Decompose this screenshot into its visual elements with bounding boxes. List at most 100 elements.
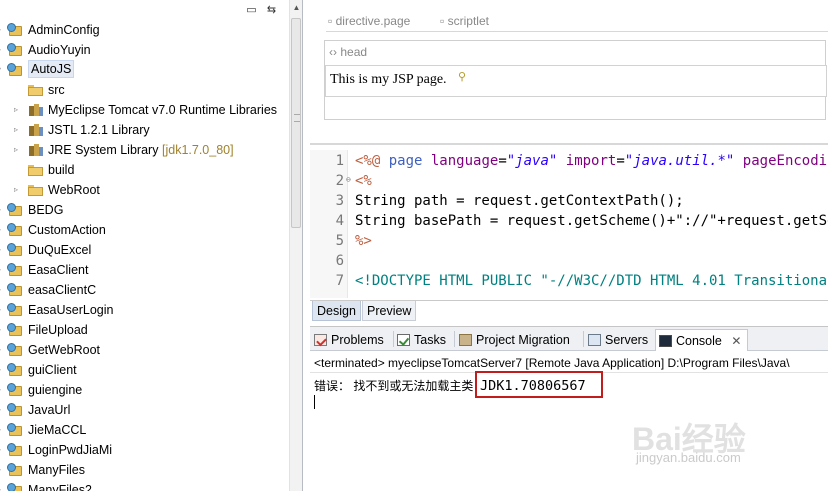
expanded-chevron-icon[interactable]: ▿ [0,66,5,74]
tab-console[interactable]: Console ✕ [655,329,749,351]
collapsed-chevron-icon[interactable]: ▹ [0,366,5,374]
tree-item-adminconfig[interactable]: ▹ AdminConfig [0,20,289,40]
tree-item-jre-system-library[interactable]: ▹ JRE System Library [jdk1.7.0_80] [0,140,289,160]
code-line-2: <% [355,173,372,189]
directive-page-tag[interactable]: ▫ directive.page [328,14,410,28]
collapsed-chevron-icon[interactable]: ▹ [0,26,5,34]
console-status-line: <terminated> myeclipseTomcatServer7 [Rem… [310,353,828,373]
tree-item-easauserlogin[interactable]: ▹ EasaUserLogin [0,300,289,320]
editor-mode-tabs: Design Preview [310,300,828,322]
collapsed-chevron-icon[interactable]: ▹ [0,486,5,491]
explorer-toolbar: ▭ ⇆ ▾ [0,0,298,20]
tree-item-label: guiengine [28,383,83,397]
tree-item-easaclientc[interactable]: ▹ easaClientC [0,280,289,300]
web-project-icon [7,243,23,257]
collapsed-chevron-icon[interactable]: ▹ [14,126,22,134]
tree-item-label: FileUpload [28,323,88,337]
collapsed-chevron-icon[interactable]: ▹ [0,226,5,234]
servers-icon [588,334,601,346]
tree-item-guiengine[interactable]: ▹ guiengine [0,380,289,400]
web-project-icon [7,43,23,57]
tree-item-build[interactable]: build [0,160,289,180]
collapsed-chevron-icon[interactable]: ▹ [0,306,5,314]
web-project-icon [7,23,23,37]
tree-item-jstl-1-2-1-library[interactable]: ▹ JSTL 1.2.1 Library [0,120,289,140]
web-project-icon [7,483,23,491]
collapsed-chevron-icon[interactable]: ▹ [0,326,5,334]
tree-item-autojs[interactable]: ▿ AutoJS [0,60,289,80]
collapsed-chevron-icon[interactable]: ▹ [0,206,5,214]
web-project-icon [7,63,23,77]
collapsed-chevron-icon[interactable]: ▹ [0,46,5,54]
tree-item-label: AdminConfig [28,23,100,37]
tree-item-bedg[interactable]: ▹ BEDG [0,200,289,220]
tree-item-label: WebRoot [48,183,100,197]
console-output[interactable]: 错误： 找不到或无法加载主类 [314,375,473,397]
link-with-editor-icon[interactable]: ⇆ [263,1,280,18]
tab-project-migration[interactable]: Project Migration [456,329,576,351]
web-project-icon [7,323,23,337]
collapsed-chevron-icon[interactable]: ▹ [0,446,5,454]
tab-design[interactable]: Design [312,301,361,321]
project-tree: ▹ AdminConfig ▹ AudioYuyin ▿ AutoJS src ▹ MyEcli… [0,20,289,491]
tree-scrollbar[interactable]: ▲ [289,0,302,491]
collapsed-chevron-icon[interactable]: ▹ [0,466,5,474]
problems-icon [314,334,327,346]
tree-item-label: JSTL 1.2.1 Library [48,123,150,137]
fold-toggle-icon[interactable]: ⊖ [346,175,351,184]
library-icon [28,103,44,117]
tree-item-myeclipse-tomcat-v7-0-runtime-libraries[interactable]: ▹ MyEclipse Tomcat v7.0 Runtime Libraries [0,100,289,120]
tree-item-audioyuyin[interactable]: ▹ AudioYuyin [0,40,289,60]
collapsed-chevron-icon[interactable]: ▹ [0,266,5,274]
tree-item-guiclient[interactable]: ▹ guiClient [0,360,289,380]
collapsed-chevron-icon[interactable]: ▹ [14,186,22,194]
tree-item-label: build [48,163,75,177]
tree-item-label: ManyFiles2 [28,483,92,491]
collapsed-chevron-icon[interactable]: ▹ [0,386,5,394]
line-number: 7 [335,273,344,289]
tree-item-fileupload[interactable]: ▹ FileUpload [0,320,289,340]
tree-item-label: ManyFiles [28,463,85,477]
tab-problems[interactable]: Problems [311,329,390,351]
web-project-icon [7,423,23,437]
tree-item-duquexcel[interactable]: ▹ DuQuExcel [0,240,289,260]
scrollbar-grip [294,114,300,122]
web-project-icon [7,263,23,277]
library-icon [28,143,44,157]
tree-item-label: CustomAction [28,223,106,237]
collapse-all-icon[interactable]: ▭ [243,1,260,18]
tree-item-javaurl[interactable]: ▹ JavaUrl [0,400,289,420]
visual-design-pane: ▫ directive.page ▫ scriptlet ‹› head Thi… [310,0,828,145]
tree-item-easaclient[interactable]: ▹ EasaClient [0,260,289,280]
collapsed-chevron-icon[interactable]: ▹ [0,406,5,414]
scroll-up-arrow-icon[interactable]: ▲ [290,0,302,16]
head-section[interactable]: ‹› head This is my JSP page. ⚲ [324,40,827,120]
tree-item-getwebroot[interactable]: ▹ GetWebRoot [0,340,289,360]
collapsed-chevron-icon[interactable]: ▹ [14,146,22,154]
scriptlet-tag[interactable]: ▫ scriptlet [440,14,489,28]
collapsed-chevron-icon[interactable]: ▹ [0,346,5,354]
collapsed-chevron-icon[interactable]: ▹ [0,426,5,434]
tree-item-label: EasaClient [28,263,89,277]
tree-item-manyfiles[interactable]: ▹ ManyFiles [0,460,289,480]
collapsed-chevron-icon[interactable]: ▹ [0,246,5,254]
tree-item-customaction[interactable]: ▹ CustomAction [0,220,289,240]
web-project-icon [7,383,23,397]
tree-item-webroot[interactable]: ▹ WebRoot [0,180,289,200]
body-text-box[interactable]: This is my JSP page. ⚲ [325,65,827,97]
tab-preview[interactable]: Preview [362,301,417,321]
collapsed-chevron-icon[interactable]: ▹ [14,106,22,114]
close-icon[interactable]: ✕ [731,334,741,348]
tree-item-src[interactable]: src [0,80,289,100]
tree-item-jiemaccl[interactable]: ▹ JieMaCCL [0,420,289,440]
tree-item-loginpwdjiami[interactable]: ▹ LoginPwdJiaMi [0,440,289,460]
scrollbar-thumb[interactable] [291,18,301,228]
tree-item-label: GetWebRoot [28,343,101,357]
tab-servers[interactable]: Servers [585,329,654,351]
code-line-3: String path = request.getContextPath(); [355,193,684,209]
source-code-pane[interactable]: 1 2 3 4 5 6 7 ⊖ <%@ page language="java"… [310,150,828,298]
tree-item-manyfiles2[interactable]: ▹ ManyFiles2 [0,480,289,491]
line-number: 1 [335,153,344,169]
tab-tasks[interactable]: Tasks [394,329,452,351]
collapsed-chevron-icon[interactable]: ▹ [0,286,5,294]
